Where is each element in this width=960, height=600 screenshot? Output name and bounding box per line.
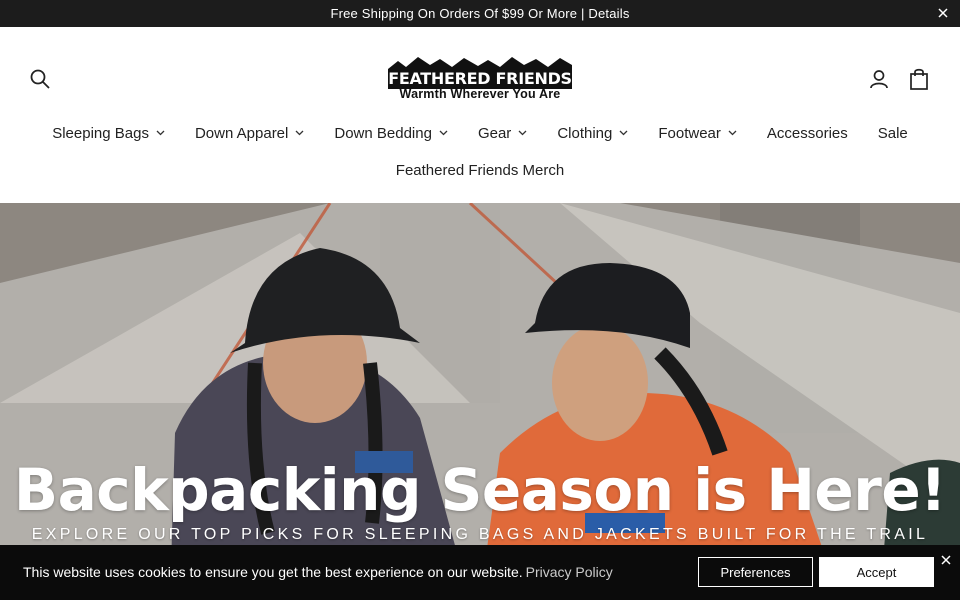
nav-item-down-bedding[interactable]: Down Bedding xyxy=(319,121,463,145)
cart-icon[interactable] xyxy=(908,67,930,90)
chevron-down-icon xyxy=(728,130,737,136)
hero-title: Backpacking Season is Here! xyxy=(13,456,947,524)
close-icon[interactable] xyxy=(936,6,950,20)
preferences-button[interactable]: Preferences xyxy=(698,557,813,587)
nav-label: Sleeping Bags xyxy=(52,124,149,142)
nav-item-accessories[interactable]: Accessories xyxy=(752,121,863,145)
hero-subtitle: EXPLORE OUR TOP PICKS FOR SLEEPING BAGS … xyxy=(31,526,929,543)
logo-wordmark: FEATHERED FRIENDS xyxy=(388,69,572,88)
chevron-down-icon xyxy=(439,130,448,136)
site-header: FEATHERED FRIENDS Warmth Wherever You Ar… xyxy=(0,27,960,203)
cookie-text: This website uses cookies to ensure you … xyxy=(23,564,523,580)
nav-label: Footwear xyxy=(658,124,721,142)
chevron-down-icon xyxy=(156,130,165,136)
cookie-banner: This website uses cookies to ensure you … xyxy=(0,545,960,600)
logo-tagline: Warmth Wherever You Are xyxy=(399,87,561,101)
nav-item-footwear[interactable]: Footwear xyxy=(643,121,752,145)
nav-item-sleeping-bags[interactable]: Sleeping Bags xyxy=(37,121,180,145)
nav-item-clothing[interactable]: Clothing xyxy=(542,121,643,145)
nav-label: Accessories xyxy=(766,124,848,142)
nav-item-merch[interactable]: Feathered Friends Merch xyxy=(381,158,579,182)
secondary-nav: Feathered Friends Merch xyxy=(0,158,960,182)
cookie-message: This website uses cookies to ensure you … xyxy=(23,564,613,580)
nav-item-gear[interactable]: Gear xyxy=(463,121,542,145)
account-icon[interactable] xyxy=(868,68,890,90)
hero-banner[interactable]: Backpacking Season is Here! EXPLORE OUR … xyxy=(0,203,960,600)
nav-item-sale[interactable]: Sale xyxy=(863,121,923,145)
site-logo[interactable]: FEATHERED FRIENDS Warmth Wherever You Ar… xyxy=(388,55,572,101)
nav-label: Down Apparel xyxy=(194,124,289,142)
chevron-down-icon xyxy=(518,130,527,136)
chevron-down-icon xyxy=(619,130,628,136)
main-nav: Sleeping Bags Down Apparel Down Bedding … xyxy=(0,121,960,145)
nav-label: Feathered Friends Merch xyxy=(395,161,565,179)
nav-label: Down Bedding xyxy=(334,124,432,142)
close-icon[interactable] xyxy=(940,553,952,565)
announcement-text[interactable]: Free Shipping On Orders Of $99 Or More |… xyxy=(330,6,629,21)
search-icon[interactable] xyxy=(29,68,51,90)
privacy-policy-link[interactable]: Privacy Policy xyxy=(526,564,613,580)
chevron-down-icon xyxy=(295,130,304,136)
announcement-bar: Free Shipping On Orders Of $99 Or More |… xyxy=(0,0,960,27)
nav-label: Gear xyxy=(477,124,512,142)
nav-label: Clothing xyxy=(557,124,613,142)
nav-item-down-apparel[interactable]: Down Apparel xyxy=(180,121,319,145)
nav-label: Sale xyxy=(877,124,908,142)
accept-button[interactable]: Accept xyxy=(819,557,934,587)
